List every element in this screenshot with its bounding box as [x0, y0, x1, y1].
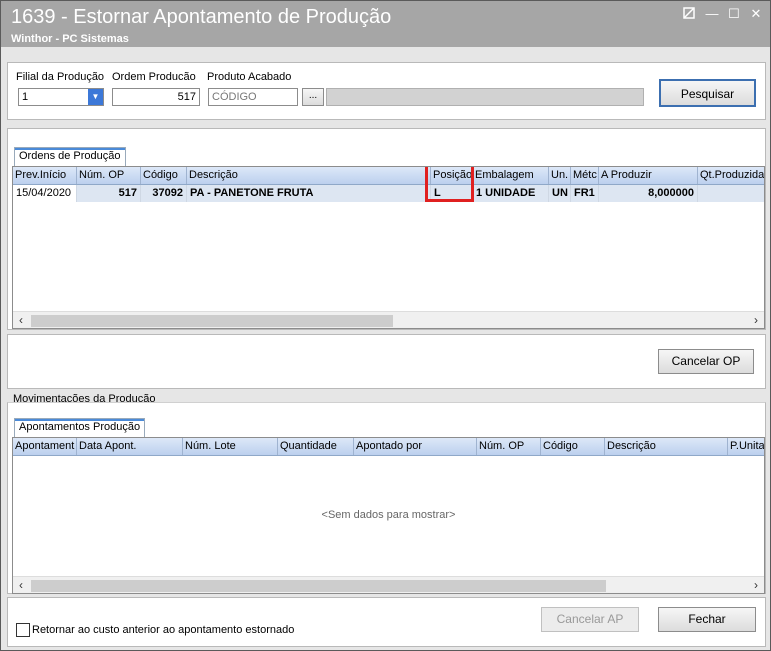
cell-descricao: PA - PANETONE FRUTA	[187, 185, 431, 202]
filial-value: 1	[22, 91, 29, 103]
maximize-button[interactable]: ☐	[726, 7, 742, 21]
retornar-custo-checkbox[interactable]	[16, 623, 30, 637]
col-num-op[interactable]: Núm. OP	[77, 167, 141, 184]
cell-codigo: 37092	[141, 185, 187, 202]
cell-a-produzir: 8,000000	[599, 185, 698, 202]
col-quantidade[interactable]: Quantidade	[278, 438, 354, 455]
filial-select[interactable]: 1 ▼	[18, 88, 104, 106]
window-title: 1639 - Estornar Apontamento de Produção	[11, 6, 392, 28]
movements-grid: Apontament Data Apont. Núm. Lote Quantid…	[12, 437, 765, 594]
movements-panel: Apontamentos Produção Apontament Data Ap…	[7, 402, 766, 594]
cancel-op-panel: Cancelar OP	[7, 334, 766, 389]
posicao-highlight-box	[425, 167, 474, 202]
col-codigo[interactable]: Código	[141, 167, 187, 184]
tab-ordens-producao[interactable]: Ordens de Produção	[14, 147, 126, 166]
table-row[interactable]: 15/04/2020 517 37092 PA - PANETONE FRUTA…	[13, 185, 764, 202]
scroll-left-icon[interactable]: ‹	[13, 577, 29, 593]
cell-num-op: 517	[77, 185, 141, 202]
col-prev-inicio[interactable]: Prev.Início	[13, 167, 77, 184]
orders-grid: Prev.Início Núm. OP Código Descrição Pos…	[12, 166, 765, 329]
footer-panel: Retornar ao custo anterior ao apontament…	[7, 597, 766, 647]
produto-lookup-button[interactable]: ...	[302, 88, 324, 106]
scroll-right-icon[interactable]: ›	[748, 312, 764, 328]
window-subtitle: Winthor - PC Sistemas	[11, 33, 129, 45]
empty-state-text: <Sem dados para mostrar>	[321, 509, 456, 521]
col-descricao[interactable]: Descrição	[187, 167, 431, 184]
close-form-button[interactable]: Fechar	[658, 607, 756, 632]
orders-scrollbar[interactable]: ‹ ›	[13, 311, 764, 328]
col-metodo[interactable]: Métc	[571, 167, 599, 184]
col-embalagem[interactable]: Embalagem	[473, 167, 549, 184]
tab-apontamentos-producao[interactable]: Apontamentos Produção	[14, 418, 146, 437]
restore-icon[interactable]	[681, 7, 697, 21]
cell-qt-produzida	[698, 185, 764, 202]
chevron-down-icon[interactable]: ▼	[88, 89, 103, 105]
movements-scrollbar[interactable]: ‹ ›	[13, 576, 764, 593]
col-un[interactable]: Un.	[549, 167, 571, 184]
cell-prev-inicio: 15/04/2020	[13, 185, 77, 202]
minimize-button[interactable]: —	[704, 7, 720, 21]
search-button[interactable]: Pesquisar	[659, 79, 756, 107]
scroll-right-icon[interactable]: ›	[748, 577, 764, 593]
ordem-input[interactable]: 517	[112, 88, 200, 106]
col-descricao[interactable]: Descrição	[605, 438, 728, 455]
cell-embalagem: 1 UNIDADE	[473, 185, 549, 202]
orders-panel: Ordens de Produção Prev.Início Núm. OP C…	[7, 128, 766, 330]
cancel-ap-button[interactable]: Cancelar AP	[541, 607, 639, 632]
scroll-thumb[interactable]	[31, 580, 606, 592]
col-qt-produzida[interactable]: Qt.Produzida	[698, 167, 764, 184]
scroll-thumb[interactable]	[31, 315, 393, 327]
cancel-op-button[interactable]: Cancelar OP	[658, 349, 754, 374]
col-apontado-por[interactable]: Apontado por	[354, 438, 477, 455]
cell-metodo: FR1	[571, 185, 599, 202]
col-p-unitario[interactable]: P.Unita	[728, 438, 764, 455]
col-num-lote[interactable]: Núm. Lote	[183, 438, 278, 455]
scroll-left-icon[interactable]: ‹	[13, 312, 29, 328]
filter-panel: Filial da Produção 1 ▼ Ordem Producão 51…	[7, 62, 766, 120]
movements-grid-header: Apontament Data Apont. Núm. Lote Quantid…	[13, 438, 764, 456]
produto-input[interactable]: CÓDIGO	[208, 88, 298, 106]
col-data-apont[interactable]: Data Apont.	[77, 438, 183, 455]
produto-label: Produto Acabado	[207, 71, 292, 83]
col-num-op[interactable]: Núm. OP	[477, 438, 541, 455]
col-a-produzir[interactable]: A Produzir	[599, 167, 698, 184]
produto-description-field	[326, 88, 644, 106]
main-window: 1639 - Estornar Apontamento de Produção …	[0, 0, 771, 651]
cell-un: UN	[549, 185, 571, 202]
col-apontamento[interactable]: Apontament	[13, 438, 77, 455]
orders-grid-header: Prev.Início Núm. OP Código Descrição Pos…	[13, 167, 764, 185]
retornar-custo-label: Retornar ao custo anterior ao apontament…	[32, 624, 295, 636]
title-bar: 1639 - Estornar Apontamento de Produção …	[1, 1, 770, 47]
col-codigo[interactable]: Código	[541, 438, 605, 455]
ordem-label: Ordem Producão	[112, 71, 196, 83]
filial-label: Filial da Produção	[16, 71, 105, 83]
close-button[interactable]: ✕	[748, 7, 764, 21]
